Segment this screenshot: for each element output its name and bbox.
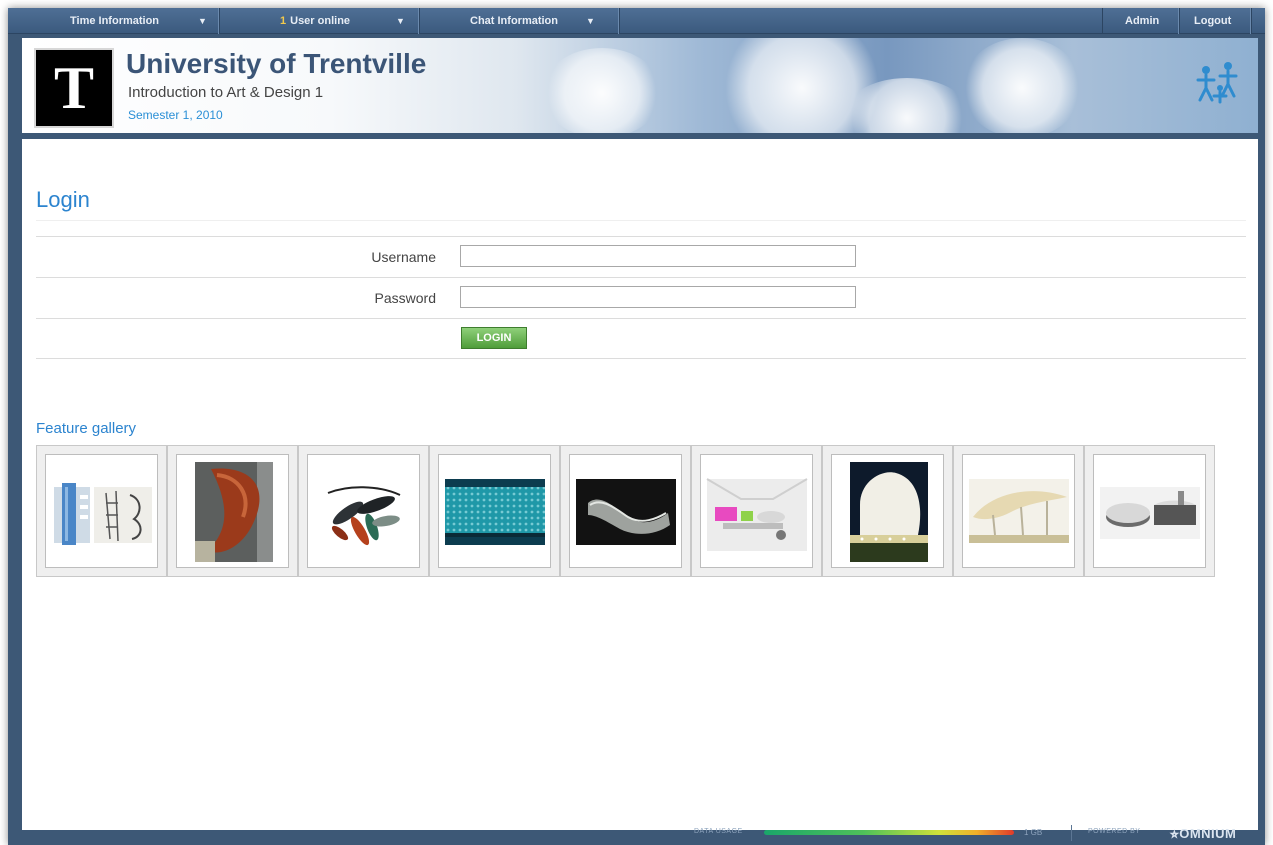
powered-by-label: POWERED BY	[1088, 828, 1141, 835]
gallery-thumbnail-interior-render[interactable]	[691, 445, 822, 577]
username-label: Username	[371, 249, 436, 265]
logout-label: Logout	[1194, 15, 1232, 27]
divider	[36, 236, 1246, 237]
data-usage-bar	[764, 830, 1014, 835]
gallery-title: Feature gallery	[36, 420, 137, 437]
chat-information-label: Chat Information	[470, 15, 558, 27]
gallery-thumbnail-dome-building[interactable]	[822, 445, 953, 577]
time-information-menu[interactable]: Time Information ▼	[8, 8, 220, 34]
admin-link[interactable]: Admin	[1102, 8, 1180, 34]
data-usage-size: 1 GB	[1024, 828, 1043, 837]
users-online-menu[interactable]: 1 User online ▼	[220, 8, 420, 34]
gallery-thumbnail-tower-sketch[interactable]	[36, 445, 167, 577]
main-content: Login Username Password LOGIN Feature ga…	[22, 139, 1258, 830]
cloud-decoration	[962, 38, 1082, 133]
chevron-down-icon: ▼	[198, 16, 207, 26]
feature-gallery	[36, 445, 1220, 577]
footer-divider	[1071, 825, 1072, 841]
chevron-down-icon: ▼	[586, 16, 595, 26]
gallery-thumbnail-chaise-lounge[interactable]	[560, 445, 691, 577]
decorative-figures-icon	[1196, 62, 1238, 104]
gallery-thumbnail-necklace[interactable]	[298, 445, 429, 577]
university-logo: T	[34, 48, 114, 128]
chevron-down-icon: ▼	[396, 16, 405, 26]
divider	[36, 277, 1246, 278]
gallery-thumbnail-red-sculpture[interactable]	[167, 445, 298, 577]
logout-link[interactable]: Logout	[1180, 8, 1252, 34]
university-name: University of Trentville	[126, 48, 427, 79]
app-frame: Time Information ▼ 1 User online ▼ Chat I…	[8, 8, 1265, 845]
data-usage-label: DATA USAGE	[694, 828, 743, 835]
semester-label: Semester 1, 2010	[128, 108, 223, 122]
time-information-label: Time Information	[70, 15, 160, 27]
divider	[36, 358, 1246, 359]
gallery-thumbnail-curved-model[interactable]	[1084, 445, 1215, 577]
top-bar: Time Information ▼ 1 User online ▼ Chat I…	[8, 8, 1265, 34]
users-online-count: 1	[280, 15, 287, 27]
cloud-decoration	[542, 48, 662, 133]
course-header: T University of Trentville Introduction …	[22, 38, 1258, 136]
users-online-label-wrap: 1 User online	[280, 8, 350, 34]
password-field[interactable]	[460, 286, 856, 308]
login-button[interactable]: LOGIN	[461, 327, 527, 349]
password-label: Password	[374, 290, 436, 306]
chat-information-menu[interactable]: Chat Information ▼	[420, 8, 620, 34]
omnium-logo: ⭐︎OMNIUM	[1170, 826, 1237, 841]
status-footer: DATA USAGE 1 GB POWERED BY ⭐︎OMNIUM	[8, 823, 1265, 845]
omnium-brand: OMNIUM	[1179, 826, 1237, 841]
gallery-thumbnail-glass-building[interactable]	[429, 445, 560, 577]
divider	[36, 318, 1246, 319]
gallery-thumbnail-canopy-structure[interactable]	[953, 445, 1084, 577]
login-title: Login	[36, 187, 90, 212]
course-title: Introduction to Art & Design 1	[128, 84, 324, 101]
username-field[interactable]	[460, 245, 856, 267]
users-online-label: User online	[290, 15, 351, 27]
divider	[36, 220, 1246, 221]
admin-label: Admin	[1125, 15, 1160, 27]
